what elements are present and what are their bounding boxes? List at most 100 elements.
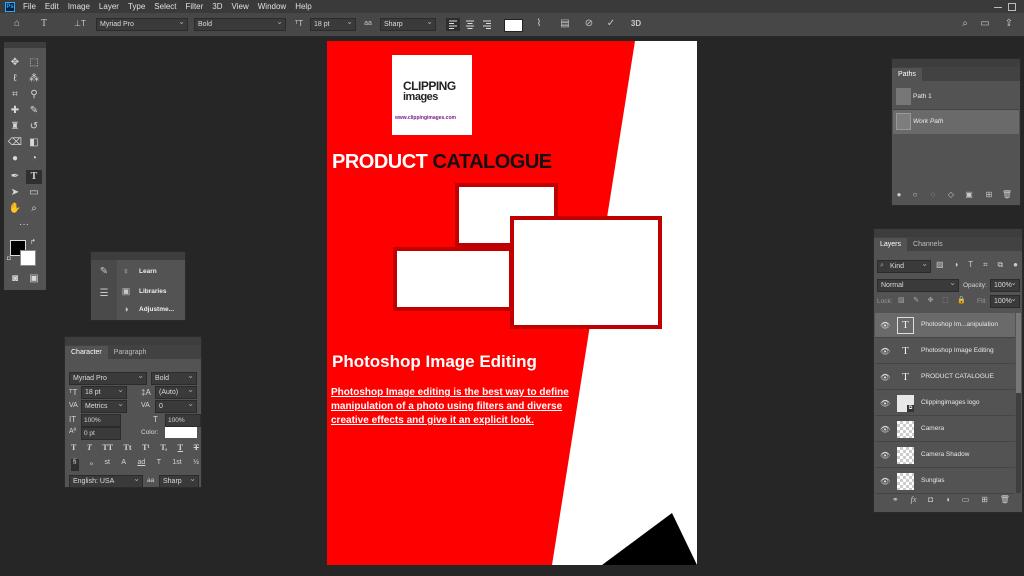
lock-image-icon[interactable]: ✎ bbox=[913, 296, 919, 306]
dodge-tool-icon[interactable]: ◔ bbox=[26, 152, 42, 166]
swap-colors-icon[interactable]: ↱ bbox=[30, 238, 36, 246]
eyedropper-icon[interactable]: ⚲ bbox=[26, 88, 42, 102]
visibility-eye-icon[interactable]: 👁 bbox=[880, 451, 890, 460]
visibility-eye-icon[interactable]: 👁 bbox=[880, 425, 890, 434]
align-center-button[interactable] bbox=[463, 18, 477, 31]
visibility-eye-icon[interactable]: 👁 bbox=[880, 321, 890, 330]
clone-stamp-icon[interactable]: ♜ bbox=[7, 120, 23, 134]
lock-artboard-icon[interactable]: ⬚ bbox=[942, 296, 949, 306]
fx-icon[interactable]: fx bbox=[911, 495, 917, 509]
healing-brush-icon[interactable]: ✚ bbox=[7, 104, 23, 118]
ordinals-button[interactable]: 1st bbox=[172, 459, 181, 471]
adjustments-item[interactable]: ◑ Adjustme... bbox=[119, 302, 185, 318]
fill-input[interactable]: 100% bbox=[990, 293, 1020, 308]
screen-mode-icon[interactable]: ▣ bbox=[26, 272, 42, 286]
link-icon[interactable]: ⚭ bbox=[892, 495, 899, 509]
underline-button[interactable]: T bbox=[178, 443, 183, 455]
char-kerning-select[interactable]: Metrics bbox=[81, 398, 127, 413]
marquee-tool-icon[interactable]: ⬚ bbox=[26, 56, 42, 70]
path-selection-icon[interactable]: ➤ bbox=[7, 186, 23, 200]
stylistic-alternates-button[interactable]: st bbox=[105, 459, 110, 471]
shape-filter-icon[interactable]: ⌗ bbox=[983, 260, 988, 273]
layer-row[interactable]: 👁 Camera Shadow bbox=[875, 443, 1015, 468]
history-brush-icon[interactable]: ↺ bbox=[26, 120, 42, 134]
menu-help[interactable]: Help bbox=[295, 2, 311, 11]
font-style-select[interactable]: Bold bbox=[194, 16, 286, 31]
layer-row[interactable]: 👁 T PRODUCT CATALOGUE bbox=[875, 365, 1015, 390]
make-work-path-icon[interactable]: ◇ bbox=[944, 189, 958, 201]
tab-paths[interactable]: Paths bbox=[892, 68, 922, 81]
pen-tool-icon[interactable]: ✒ bbox=[7, 170, 23, 184]
search-icon[interactable]: ⌕ bbox=[958, 18, 972, 30]
add-mask-icon[interactable]: ▣ bbox=[962, 189, 976, 201]
type-filter-icon[interactable]: T bbox=[968, 260, 973, 273]
align-right-button[interactable] bbox=[480, 18, 494, 31]
background-color-swatch[interactable] bbox=[20, 250, 36, 266]
char-antialias-select[interactable]: Sharp bbox=[159, 473, 199, 488]
pixel-filter-icon[interactable]: ▨ bbox=[936, 260, 944, 273]
faux-italic-button[interactable]: T bbox=[87, 443, 92, 455]
fractions-button[interactable]: ½ bbox=[193, 459, 199, 471]
character-panel-icon[interactable]: ▤ bbox=[558, 18, 572, 30]
char-color-swatch[interactable] bbox=[165, 427, 197, 438]
font-size-select[interactable]: 18 pt bbox=[310, 16, 356, 31]
small-caps-button[interactable]: Tt bbox=[124, 443, 132, 455]
strikethrough-button[interactable]: T bbox=[194, 443, 199, 455]
menu-edit[interactable]: Edit bbox=[45, 2, 59, 11]
menu-view[interactable]: View bbox=[232, 2, 249, 11]
cancel-icon[interactable]: ⊘ bbox=[582, 18, 596, 30]
layer-row[interactable]: 👁 ⧉ Clippingimages logo bbox=[875, 391, 1015, 416]
tab-character[interactable]: Character bbox=[65, 346, 108, 359]
libraries-item[interactable]: ▣ Libraries bbox=[119, 284, 185, 300]
adjustment-icon[interactable]: ◑ bbox=[945, 495, 950, 509]
tab-paragraph[interactable]: Paragraph bbox=[108, 346, 153, 359]
ligatures-button[interactable]: fi bbox=[71, 459, 79, 471]
mask-icon[interactable]: ◘ bbox=[928, 495, 933, 509]
layer-row[interactable]: 👁 Camera bbox=[875, 417, 1015, 442]
share-icon[interactable]: ⇪ bbox=[1002, 18, 1016, 30]
visibility-eye-icon[interactable]: 👁 bbox=[880, 399, 890, 408]
text-color-swatch[interactable] bbox=[504, 19, 523, 32]
layers-scrollbar[interactable] bbox=[1016, 313, 1021, 493]
adjustment-filter-icon[interactable]: ◑ bbox=[953, 260, 958, 273]
app-logo[interactable]: Ps bbox=[5, 1, 15, 12]
language-select[interactable]: English: USA bbox=[69, 473, 143, 488]
stroke-path-icon[interactable]: ○ bbox=[908, 189, 922, 201]
menu-filter[interactable]: Filter bbox=[186, 2, 204, 11]
visibility-eye-icon[interactable]: 👁 bbox=[880, 373, 890, 382]
tab-layers[interactable]: Layers bbox=[874, 238, 908, 251]
layer-row[interactable]: 👁 T Photoshop Image Editing bbox=[875, 339, 1015, 364]
learn-item[interactable]: ♀ Learn bbox=[119, 264, 185, 280]
character-panel-header[interactable] bbox=[65, 337, 201, 345]
all-caps-button[interactable]: TT bbox=[102, 443, 113, 455]
titling-button[interactable]: T bbox=[157, 459, 161, 471]
warp-text-icon[interactable]: ⌇ bbox=[532, 18, 546, 30]
home-icon[interactable]: ⌂ bbox=[10, 18, 24, 30]
load-selection-icon[interactable]: ◌ bbox=[926, 189, 940, 201]
menu-3d[interactable]: 3D bbox=[212, 2, 222, 11]
discretionary-ligatures-button[interactable]: ℴ bbox=[90, 459, 93, 471]
hand-tool-icon[interactable]: ✋ bbox=[7, 202, 23, 216]
menu-image[interactable]: Image bbox=[68, 2, 90, 11]
swash-button[interactable]: A bbox=[121, 459, 126, 471]
commit-icon[interactable]: ✓ bbox=[604, 18, 618, 30]
orientation-toggle-icon[interactable]: ⊥T bbox=[74, 18, 86, 30]
properties-icon[interactable]: ☰ bbox=[97, 288, 111, 300]
char-tracking-select[interactable]: 0 bbox=[155, 398, 197, 413]
subscript-button[interactable]: T, bbox=[160, 443, 167, 455]
blur-tool-icon[interactable]: ● bbox=[7, 152, 23, 166]
eraser-tool-icon[interactable]: ⌫ bbox=[7, 136, 23, 150]
scrollbar-thumb[interactable] bbox=[1016, 313, 1021, 393]
minimize-icon[interactable] bbox=[994, 7, 1002, 8]
faux-bold-button[interactable]: T bbox=[71, 443, 76, 455]
default-colors-icon[interactable]: ◘ bbox=[7, 256, 11, 262]
3d-button[interactable]: 3D bbox=[628, 18, 644, 30]
menu-layer[interactable]: Layer bbox=[99, 2, 119, 11]
menu-select[interactable]: Select bbox=[154, 2, 176, 11]
folder-icon[interactable]: ▭ bbox=[962, 495, 970, 509]
menu-window[interactable]: Window bbox=[258, 2, 286, 11]
new-layer-icon[interactable]: ⊞ bbox=[981, 495, 988, 509]
magic-wand-icon[interactable]: ⁂ bbox=[26, 72, 42, 86]
visibility-eye-icon[interactable]: 👁 bbox=[880, 347, 890, 356]
filter-toggle-icon[interactable]: ● bbox=[1013, 260, 1018, 273]
